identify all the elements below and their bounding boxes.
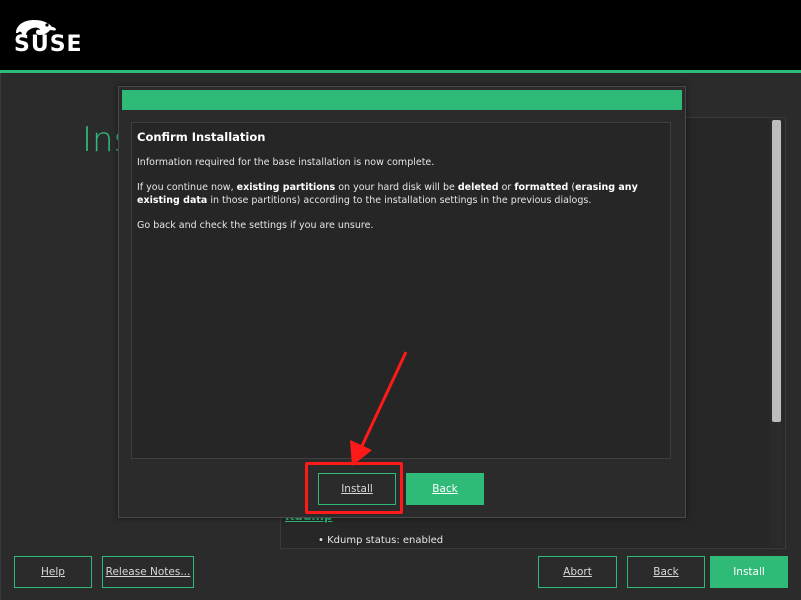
release-notes-button[interactable]: Release Notes...: [102, 556, 194, 588]
dialog-content: Confirm Installation Information require…: [131, 122, 671, 459]
confirm-installation-dialog: Confirm Installation Information require…: [118, 86, 686, 518]
kdump-status: • Kdump status: enabled: [318, 535, 444, 546]
help-button-label: Help: [41, 566, 65, 578]
footer-back-button[interactable]: Back: [627, 556, 705, 588]
top-bar: SUSE: [0, 0, 801, 70]
abort-button[interactable]: Abort: [538, 556, 617, 588]
scrollbar-thumb[interactable]: [772, 120, 781, 422]
annotation-highlight-box: [305, 462, 403, 514]
dialog-back-button[interactable]: Back: [406, 473, 484, 505]
dialog-info-text: Information required for the base instal…: [137, 157, 435, 168]
footer-install-button[interactable]: Install: [710, 556, 788, 588]
help-button[interactable]: Help: [14, 556, 92, 588]
dialog-warning-text: If you continue now, existing partitions…: [137, 182, 638, 206]
footer-back-button-label: Back: [653, 566, 679, 578]
release-notes-button-label: Release Notes...: [105, 566, 191, 578]
kdump-status-text: Kdump status: enabled: [327, 535, 444, 546]
dialog-hint-text: Go back and check the settings if you ar…: [137, 220, 374, 231]
dialog-header-bar: [122, 90, 682, 110]
brand-name: SUSE: [14, 32, 83, 57]
dialog-title: Confirm Installation: [137, 130, 266, 144]
abort-button-label: Abort: [563, 566, 592, 578]
footer-install-button-label: Install: [733, 566, 765, 578]
dialog-back-button-label: Back: [432, 483, 458, 495]
